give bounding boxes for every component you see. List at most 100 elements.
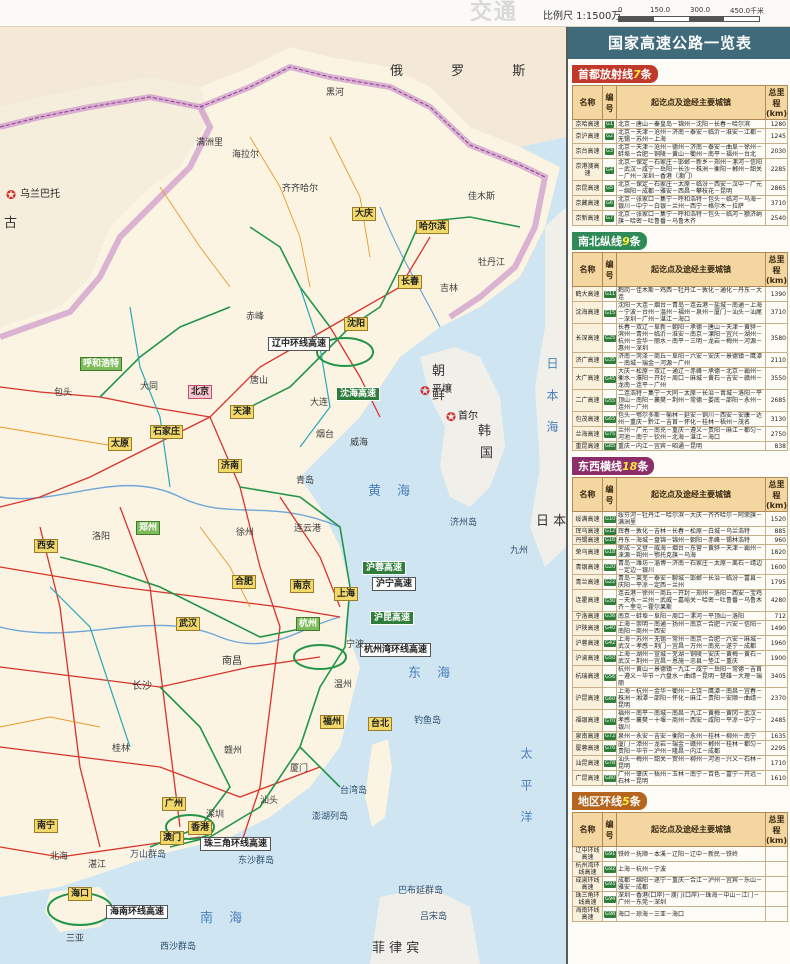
row-code-cell: G15	[602, 301, 617, 324]
table-row[interactable]: 兰海高速 G75 兰州－广元－南充－重庆－遵义－贵阳－麻江－都匀－河池－南宁－钦州－…	[572, 426, 788, 442]
table-row[interactable]: 青兰高速 G22 青岛－莱芜－泰安－聊城－邯郸－长治－临汾－富县－庆阳－平凉－定西－…	[572, 574, 788, 590]
row-code-cell: G98	[602, 906, 617, 922]
table-row[interactable]: 沪渝高速 G50 上海－湖州－宣城－芜湖－铜陵－安庆－黄梅－黄石－武汉－荆州－宜昌－…	[572, 650, 788, 666]
row-length: 2685	[765, 389, 788, 412]
city-changsha[interactable]: 长沙	[132, 682, 152, 692]
city-taibei[interactable]: 台北	[368, 717, 393, 731]
table-row[interactable]: 京昆高速 G5 北京－保定－石家庄－太原－临汾－西安－汉中－广元－绵阳－成都－雅安－…	[572, 180, 788, 196]
city-jinan[interactable]: 济南	[218, 459, 243, 473]
table-row[interactable]: 青银高速 G20 青岛－潍坊－淄博－济南－石家庄－太原－离石－靖边－定边－银川 160…	[572, 559, 788, 575]
city-wuhan[interactable]: 武汉	[176, 617, 201, 631]
city-fuzhou[interactable]: 福州	[320, 715, 345, 729]
table-row[interactable]: 辽中环线高速 G91 铁岭－抚顺－本溪－辽阳－辽中－新民－铁岭	[572, 846, 788, 862]
city-macau[interactable]: 澳门	[160, 831, 185, 845]
table-row[interactable]: 大广高速 G45 大庆－松原－双辽－通辽－赤峰－承德－北京－霸州－衡水－濮阳－开封－…	[572, 367, 788, 390]
expressway-map[interactable]: 俄 罗 斯 古 朝 鲜 韩 国 菲 律 宾 日 本 黄 海 东 海 南 海 太 …	[0, 27, 566, 964]
col-route-header: 起讫点及途经主要城镇	[616, 477, 766, 512]
table-row[interactable]: 京新高速 G7 北京－张家口－集宁－呼和浩特－包头－临河－额济纳旗－哈密－吐鲁番－乌…	[572, 210, 788, 226]
city-hongkong[interactable]: 香港	[188, 821, 213, 835]
city-hefei[interactable]: 合肥	[232, 575, 257, 589]
city-hangzhou[interactable]: 杭州	[296, 617, 321, 631]
table-row[interactable]: 杭瑞高速 G56 杭州－黄山－景德镇－九江－咸宁－岳阳－常德－吉首－遵义－毕节－六盘…	[572, 665, 788, 688]
expressway-label-zhusanjiao[interactable]: 珠三角环线高速	[200, 837, 272, 851]
row-code-cell: G45	[602, 367, 617, 390]
row-code-cell: G10	[602, 511, 617, 527]
table-row[interactable]: 宁洛高速 G36 南京－蚌埠－阜阳－周口－漯河－平顶山－洛阳 712	[572, 611, 788, 621]
city-nanjing[interactable]: 南京	[290, 579, 315, 593]
section-heading-suffix: 条	[629, 795, 641, 808]
table-row[interactable]: 成渝环线高速 G93 成都－绵阳－遂宁－重庆－合江－泸州－宜宾－乐山－雅安－成都	[572, 876, 788, 892]
city-dalian[interactable]: 大连	[310, 399, 328, 408]
expressway-label-hzwan[interactable]: 杭州湾环线高速	[360, 643, 432, 657]
row-name: 杭瑞高速	[572, 665, 603, 688]
city-changchun[interactable]: 长春	[398, 275, 423, 289]
table-row[interactable]: 京哈高速 G1 北京－唐山－秦皇岛－锦州－沈阳－长春－哈尔滨 1280	[572, 119, 788, 129]
capital-star-icon: ✪	[6, 188, 17, 202]
table-row[interactable]: 二广高速 G55 二连浩特－集宁－大同－太原－长治－晋城－洛阳－平顶山－南阳－襄樊－…	[572, 389, 788, 412]
city-shenyang[interactable]: 沈阳	[344, 317, 369, 331]
place-label: 温州	[334, 680, 353, 690]
expressway-label-hainan[interactable]: 海南环线高速	[106, 905, 169, 919]
table-row[interactable]: 沪昆高速 G60 上海－杭州－金华－衢州－上饶－鹰潭－南昌－宜春－株洲－湘潭－邵阳－…	[572, 687, 788, 710]
city-taiyuan[interactable]: 太原	[108, 437, 133, 451]
city-nanchang[interactable]: 南昌	[222, 657, 242, 667]
city-xian[interactable]: 西安	[34, 539, 59, 553]
row-length: 885	[765, 526, 788, 536]
city-daqing[interactable]: 大庆	[352, 207, 377, 221]
table-row[interactable]: 京沪高速 G2 北京－天津－沧州－济南－泰安－临沂－淮安－江都－无锡－苏州－上海 12…	[572, 128, 788, 144]
table-row[interactable]: 汕昆高速 G78 汕头－梅州－韶关－贺州－柳州－河池－兴义－石林－昆明 1710	[572, 755, 788, 771]
expressway-label-huyu[interactable]: 沪蓉高速	[362, 561, 407, 575]
capital-ulaanbaatar: 乌兰巴托	[20, 189, 60, 200]
city-haikou[interactable]: 海口	[68, 887, 93, 901]
row-code-cell: G30	[602, 589, 617, 612]
table-row[interactable]: 包茂高速 G65 包头－鄂尔多斯－榆林－延安－铜川－西安－安康－达州－重庆－黔江－吉…	[572, 411, 788, 427]
row-code-cell: G7	[602, 210, 617, 226]
row-name: 连霍高速	[572, 589, 603, 612]
country-korea-south-2: 国	[480, 446, 494, 461]
table-row[interactable]: 丹锡高速 G16 丹东－海城－盘锦－锦州－朝阳－赤峰－锡林浩特 960	[572, 535, 788, 545]
table-row[interactable]: 海南环线高速 G98 海口－琼海－三亚－海口	[572, 906, 788, 922]
table-row[interactable]: 杭州湾环线高速 G92 上海－杭州－宁波	[572, 861, 788, 877]
table-row[interactable]: 荣乌高速 G18 荣成－文登－威海－烟台－东营－黄骅－天津－霸州－涞源－朔州－鄂托克…	[572, 544, 788, 560]
city-qingdao[interactable]: 青岛	[296, 477, 314, 486]
city-nanning[interactable]: 南宁	[34, 819, 59, 833]
city-shijiazhuang[interactable]: 石家庄	[150, 425, 184, 439]
city-huhehaote[interactable]: 呼和浩特	[80, 357, 123, 371]
table-row[interactable]: 济广高速 G35 济南－菏泽－商丘－阜阳－六安－安庆－景德镇－鹰潭－南城－瑞金－河源…	[572, 352, 788, 368]
route-shield-icon: G12	[604, 528, 616, 535]
table-row[interactable]: 沈海高速 G15 沈阳－大连－烟台－青岛－连云港－盐城－南通－上海－宁波－台州－温州…	[572, 301, 788, 324]
table-row[interactable]: 京台高速 G3 北京－天津－沧州－德州－济南－泰安－曲阜－徐州－蚌埠－合肥－铜陵－黄…	[572, 143, 788, 159]
city-zhengzhou[interactable]: 郑州	[136, 521, 161, 535]
table-row[interactable]: 长深高速 G25 长春－双辽－阜新－朝阳－承德－唐山－天津－黄骅－滨州－青州－临沂－…	[572, 323, 788, 353]
expressway-label-huning[interactable]: 沪宁高速	[372, 577, 417, 591]
table-row[interactable]: 连霍高速 G30 连云港－徐州－商丘－开封－郑州－洛阳－西安－宝鸡－天水－兰州－武威…	[572, 589, 788, 612]
table-row[interactable]: 珠三角环线高速 G94 深圳－香港(口岸)－澳门(口岸)－珠海－中山－江门－广州－东…	[572, 891, 788, 907]
city-tianjin[interactable]: 天津	[230, 405, 255, 419]
row-route: 上海－崇明－南通－扬州－南京－合肥－六安－信阳－南阳－商州－西安	[616, 620, 766, 636]
table-row[interactable]: 广昆高速 G80 广州－肇庆－梧州－玉林－南宁－百色－富宁－开远－石林－昆明 1610	[572, 770, 788, 786]
table-row[interactable]: 沪蓉高速 G42 上海－苏州－无锡－常州－南京－合肥－六安－麻城－武汉－孝感－荆门－…	[572, 635, 788, 651]
table-row[interactable]: 珲乌高速 G12 珲春－敦化－吉林－长春－松原－白城－乌兰浩特 885	[572, 526, 788, 536]
table-row[interactable]: 泉南高速 G72 泉州－永安－吉安－衡阳－永州－桂林－柳州－南宁 1635	[572, 731, 788, 741]
route-shield-icon: G72	[604, 733, 616, 740]
route-shield-icon: G92	[604, 866, 616, 873]
table-row[interactable]: 厦蓉高速 G76 厦门－漳州－龙岩－瑞金－赣州－郴州－桂林－都匀－贵阳－毕节－泸州－…	[572, 740, 788, 756]
city-shanghai[interactable]: 上海	[334, 587, 359, 601]
expressway-label-liaozhong[interactable]: 辽中环线高速	[268, 337, 331, 351]
sea-south: 南 海	[200, 911, 249, 926]
expressway-label-hukun[interactable]: 沪昆高速	[370, 611, 415, 625]
table-row[interactable]: 京藏高速 G6 北京－张家口－集宁－呼和浩特－包头－临河－乌海－银川－中宁－白银－兰…	[572, 195, 788, 211]
city-beijing[interactable]: 北京	[188, 385, 213, 399]
table-row[interactable]: 京港澳高速 G4 北京－保定－石家庄－邯郸－新乡－郑州－漯河－信阳－武汉－咸宁－岳阳…	[572, 158, 788, 181]
table-row[interactable]: 重昆高速 G85 重庆－内江－宜宾－昭通－昆明 838	[572, 441, 788, 451]
table-row[interactable]: 绥满高速 G10 绥芬河－牡丹江－哈尔滨－大庆－齐齐哈尔－阿荣旗－满洲里 1520	[572, 511, 788, 527]
city-harbin[interactable]: 哈尔滨	[416, 220, 450, 234]
city-guangzhou[interactable]: 广州	[162, 797, 187, 811]
table-row[interactable]: 沪陕高速 G40 上海－崇明－南通－扬州－南京－合肥－六安－信阳－南阳－商州－西安 1…	[572, 620, 788, 636]
row-code-cell: G36	[602, 611, 617, 621]
expressway-label-shenhai[interactable]: 沈海高速	[336, 387, 381, 401]
route-shield-icon: G50	[604, 655, 616, 662]
row-code-cell: G6	[602, 195, 617, 211]
table-row[interactable]: 福银高速 G70 福州－南平－南城－南昌－九江－黄梅－黄冈－武汉－孝感－襄樊－十堰－…	[572, 709, 788, 732]
table-row[interactable]: 鹤大高速 G11 鹤岗－佳木斯－鸡西－牡丹江－敦化－通化－丹东－大连 1390	[572, 286, 788, 302]
